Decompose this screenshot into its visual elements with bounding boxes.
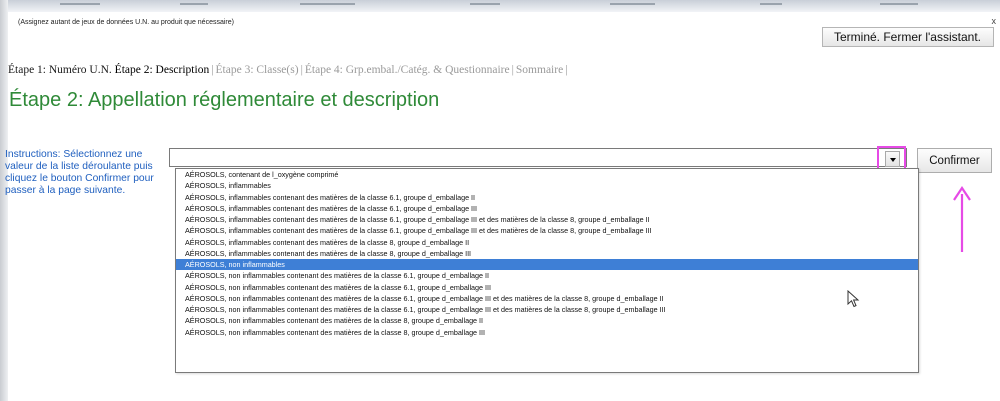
instructions-text: Instructions: Sélectionnez une valeur de… <box>5 149 154 196</box>
dropdown-option[interactable]: AÉROSOLS, inflammables contenant des mat… <box>176 192 918 203</box>
finish-close-button[interactable]: Terminé. Fermer l'assistant. <box>822 27 994 47</box>
confirm-button[interactable]: Confirmer <box>917 148 992 173</box>
desktop-top-band <box>0 0 1000 12</box>
dropdown-option[interactable]: AÉROSOLS, inflammables contenant des mat… <box>176 237 918 248</box>
arrow-up-icon <box>953 186 971 252</box>
close-icon[interactable]: x <box>992 16 997 26</box>
tab-step-2[interactable]: Étape 2: Description <box>115 64 210 76</box>
chevron-down-icon[interactable] <box>885 151 900 167</box>
tab-step-4[interactable]: Étape 4: Grp.embal./Catég. & Questionnai… <box>305 64 510 76</box>
dropdown-list[interactable]: AÉROSOLS, contenant de l_oxygène comprim… <box>175 168 919 373</box>
description-combobox[interactable] <box>169 148 907 167</box>
dropdown-option[interactable]: AÉROSOLS, inflammables contenant des mat… <box>176 225 918 236</box>
dropdown-option[interactable]: AÉROSOLS, inflammables contenant des mat… <box>176 203 918 214</box>
step-navigation: Étape 1: Numéro U.N. Étape 2: Descriptio… <box>8 64 570 76</box>
dropdown-option[interactable]: AÉROSOLS, inflammables <box>176 180 918 191</box>
dropdown-option[interactable]: AÉROSOLS, non inflammables contenant des… <box>176 327 918 338</box>
dropdown-option[interactable]: AÉROSOLS, non inflammables contenant des… <box>176 304 918 315</box>
tab-step-3[interactable]: Étape 3: Classe(s) <box>216 64 299 76</box>
mouse-pointer-icon <box>847 290 860 308</box>
tab-step-1[interactable]: Étape 1: Numéro U.N. <box>8 64 112 76</box>
dropdown-option[interactable]: AÉROSOLS, non inflammables contenant des… <box>176 293 918 304</box>
dropdown-option[interactable]: AÉROSOLS, contenant de l_oxygène comprim… <box>176 169 918 180</box>
tab-summary[interactable]: Sommaire <box>516 64 563 76</box>
dropdown-option[interactable]: AÉROSOLS, inflammables contenant des mat… <box>176 248 918 259</box>
page-title: Étape 2: Appellation réglementaire et de… <box>9 89 440 111</box>
dropdown-option[interactable]: AÉROSOLS, non inflammables contenant des… <box>176 270 918 281</box>
dropdown-option[interactable]: AÉROSOLS, non inflammables contenant des… <box>176 315 918 326</box>
window-left-edge <box>0 0 8 401</box>
step-separator: | <box>565 64 568 76</box>
dropdown-option[interactable]: AÉROSOLS, inflammables contenant des mat… <box>176 214 918 225</box>
window-hint: (Assignez autant de jeux de données U.N.… <box>18 19 234 26</box>
dropdown-option[interactable]: AÉROSOLS, non inflammables <box>176 259 918 271</box>
dropdown-option[interactable]: AÉROSOLS, non inflammables contenant des… <box>176 282 918 293</box>
